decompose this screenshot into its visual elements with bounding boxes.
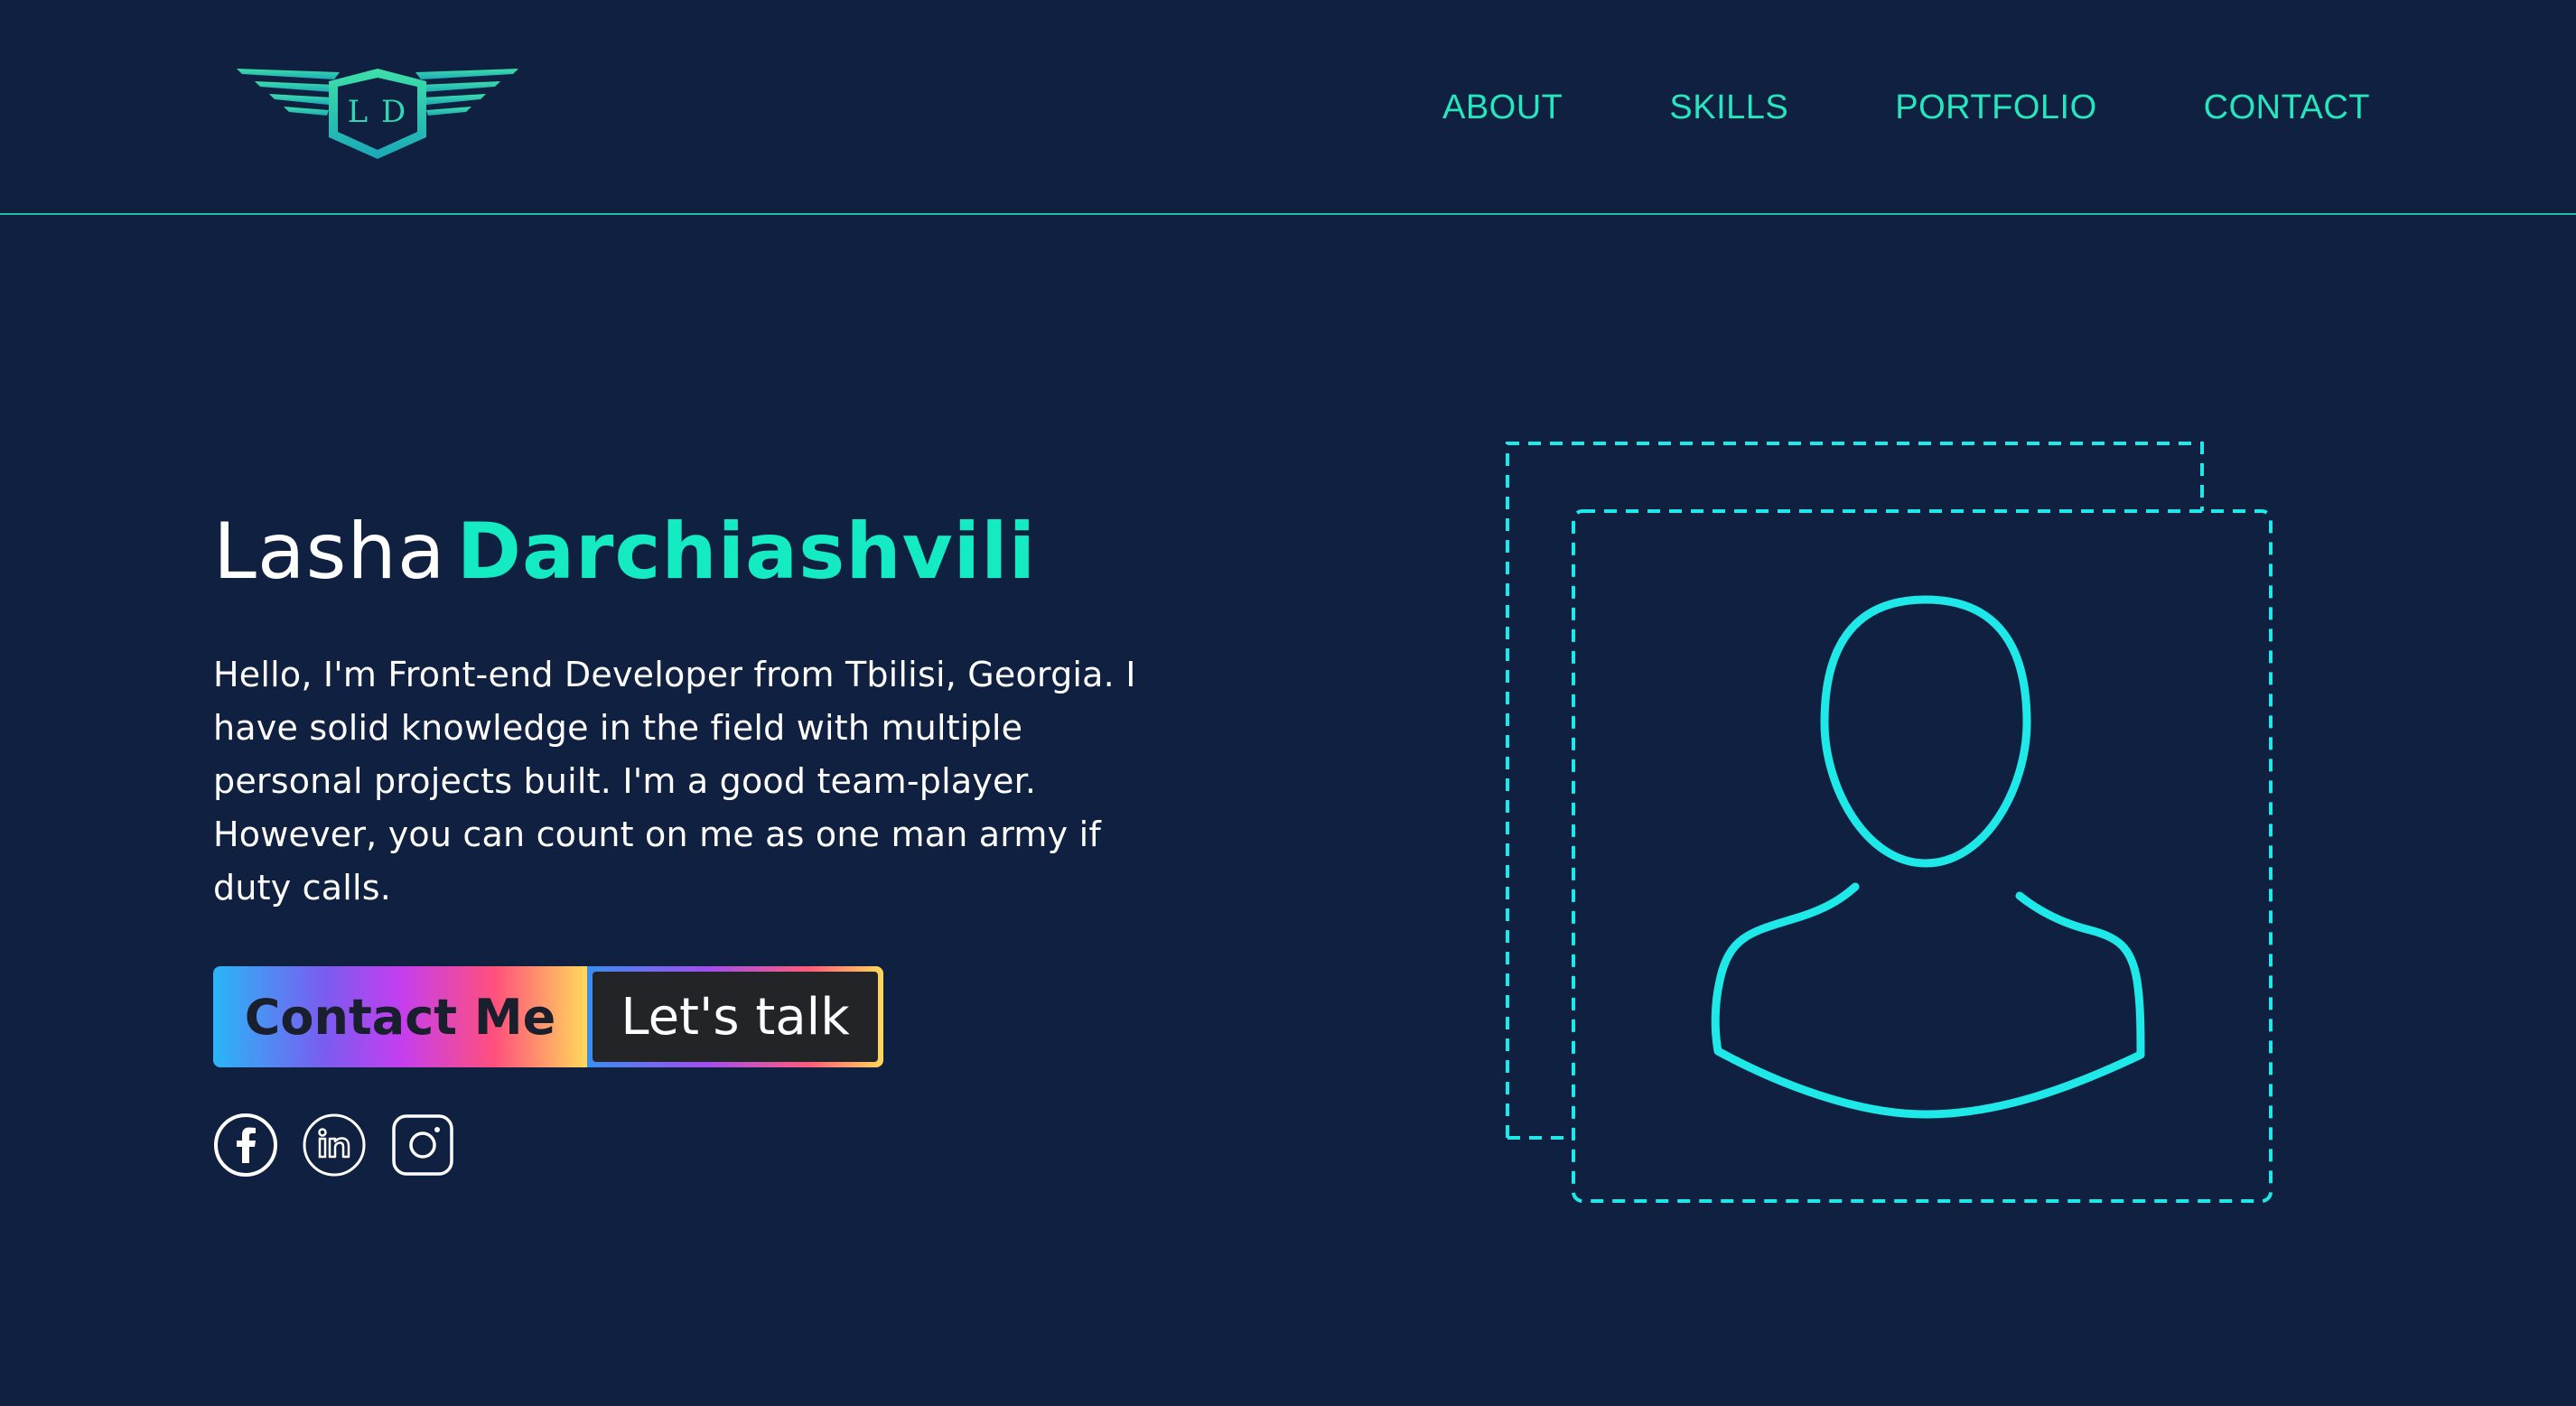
site-header: L D ABOUT SKILLS PORTFOLIO CONTACT <box>0 0 2576 215</box>
first-name: Lasha <box>213 507 446 597</box>
avatar-dashed-frame <box>1572 509 2273 1203</box>
nav-about[interactable]: ABOUT <box>1442 85 1563 130</box>
facebook-link[interactable] <box>213 1113 278 1178</box>
last-name: Darchiashvili <box>456 507 1037 597</box>
nav-contact[interactable]: CONTACT <box>2204 85 2370 130</box>
cta-button-group: Contact Me Let's talk <box>213 966 883 1067</box>
main-nav: ABOUT SKILLS PORTFOLIO CONTACT <box>1442 85 2370 130</box>
linkedin-link[interactable] <box>302 1113 367 1178</box>
lets-talk-button[interactable]: Let's talk <box>593 972 878 1062</box>
bio-paragraph: Hello, I'm Front-end Developer from Tbil… <box>213 655 1136 908</box>
user-avatar-icon <box>1711 595 2145 1119</box>
logo-initials: L D <box>347 94 408 130</box>
avatar-illustration <box>1506 442 2273 1203</box>
nav-skills[interactable]: SKILLS <box>1669 85 1788 130</box>
logo[interactable]: L D <box>233 65 522 164</box>
lets-talk-border: Let's talk <box>587 966 883 1067</box>
instagram-icon <box>392 1114 453 1176</box>
nav-portfolio[interactable]: PORTFOLIO <box>1895 85 2096 130</box>
linkedin-icon <box>303 1113 366 1177</box>
avatar-frame <box>1505 441 2274 1205</box>
contact-me-button[interactable]: Contact Me <box>213 966 587 1067</box>
facebook-icon <box>214 1113 277 1177</box>
instagram-link[interactable] <box>390 1113 455 1178</box>
hero-title: Lasha Darchiashvili <box>213 502 1036 601</box>
social-links <box>213 1113 455 1178</box>
